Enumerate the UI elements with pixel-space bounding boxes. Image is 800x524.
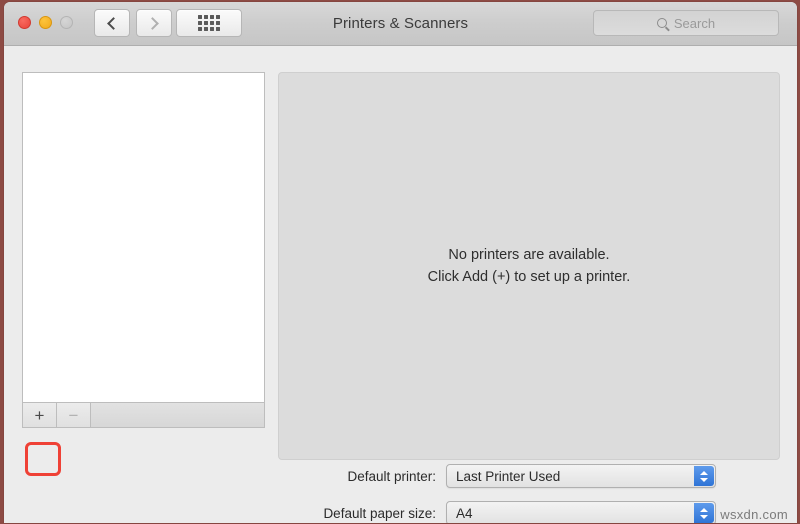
search-field[interactable]: Search	[593, 10, 779, 36]
printer-detail-panel: No printers are available. Click Add (+)…	[278, 72, 780, 460]
preferences-body: + − No printers are available. Click Add…	[4, 46, 797, 523]
default-paper-size-value: A4	[456, 505, 473, 521]
search-icon	[656, 18, 667, 28]
default-printer-row: Default printer: Last Printer Used	[4, 464, 797, 488]
default-paper-size-row: Default paper size: A4	[4, 501, 797, 523]
default-paper-size-select[interactable]: A4	[446, 501, 716, 523]
default-printer-select[interactable]: Last Printer Used	[446, 464, 716, 488]
default-paper-size-label: Default paper size:	[323, 505, 436, 521]
chevron-updown-icon[interactable]	[694, 503, 714, 523]
chevron-updown-icon[interactable]	[694, 466, 714, 486]
add-printer-button[interactable]: +	[23, 403, 57, 427]
remove-printer-button: −	[57, 403, 91, 427]
printer-list[interactable]	[22, 72, 265, 402]
default-printer-value: Last Printer Used	[456, 468, 561, 484]
printer-list-toolbar: + −	[22, 402, 265, 428]
watermark: wsxdn.com	[720, 507, 788, 522]
printer-list-toolbar-filler	[91, 403, 264, 427]
empty-state-line-2: Click Add (+) to set up a printer.	[427, 269, 631, 285]
empty-state-message: No printers are available. Click Add (+)…	[428, 244, 631, 288]
window-toolbar: Printers & Scanners Search	[4, 2, 797, 46]
default-printer-label: Default printer:	[347, 468, 436, 484]
preferences-window: Printers & Scanners Search + − No printe…	[4, 2, 797, 523]
search-placeholder: Search	[673, 15, 716, 31]
empty-state-line-1: No printers are available.	[448, 247, 610, 263]
